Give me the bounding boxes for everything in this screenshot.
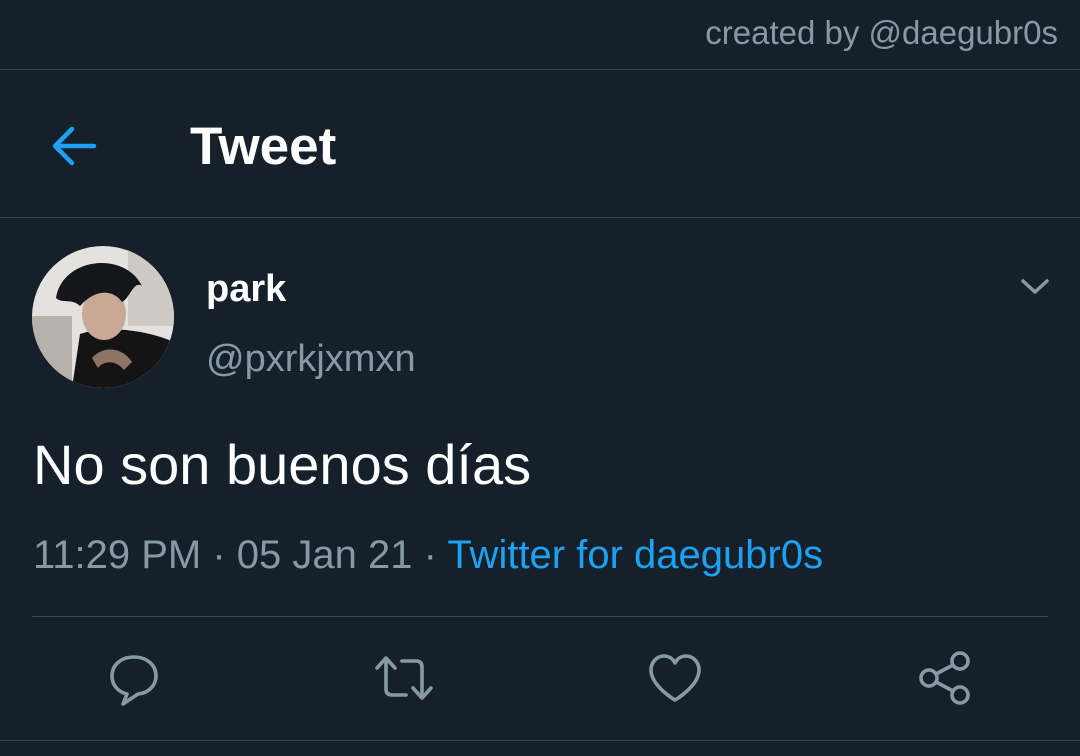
avatar-photo — [32, 246, 174, 388]
like-icon — [649, 654, 701, 702]
bottom-divider — [0, 740, 1080, 741]
page-title: Tweet — [190, 117, 337, 176]
reply-icon — [110, 655, 158, 706]
reply-button[interactable] — [104, 648, 164, 708]
author-name[interactable]: park — [206, 268, 286, 311]
meta-separator: · — [201, 533, 237, 577]
share-icon — [919, 651, 970, 705]
tweet-date: 05 Jan 21 — [236, 533, 413, 577]
avatar[interactable] — [32, 246, 174, 388]
arrow-left-icon — [52, 126, 97, 166]
chevron-down-icon — [1021, 279, 1049, 294]
like-button[interactable] — [645, 648, 705, 708]
actions-divider — [32, 616, 1048, 617]
meta-separator: · — [412, 533, 448, 577]
tweet-text: No son buenos días — [33, 433, 532, 496]
back-button[interactable] — [46, 118, 102, 174]
watermark: created by @daegubr0s — [705, 14, 1058, 51]
tweet-source-link[interactable]: Twitter for daegubr0s — [447, 533, 823, 577]
tweet-time: 11:29 PM — [33, 533, 202, 577]
more-options-button[interactable] — [1018, 272, 1052, 300]
share-button[interactable] — [915, 648, 975, 708]
author-handle[interactable]: @pxrkjxmxn — [206, 338, 416, 381]
retweet-icon — [375, 656, 433, 700]
top-divider — [0, 69, 1080, 70]
retweet-button[interactable] — [374, 648, 434, 708]
header-divider — [0, 217, 1080, 218]
tweet-meta: 11:29 PM · 05 Jan 21 · Twitter for daegu… — [33, 533, 823, 578]
